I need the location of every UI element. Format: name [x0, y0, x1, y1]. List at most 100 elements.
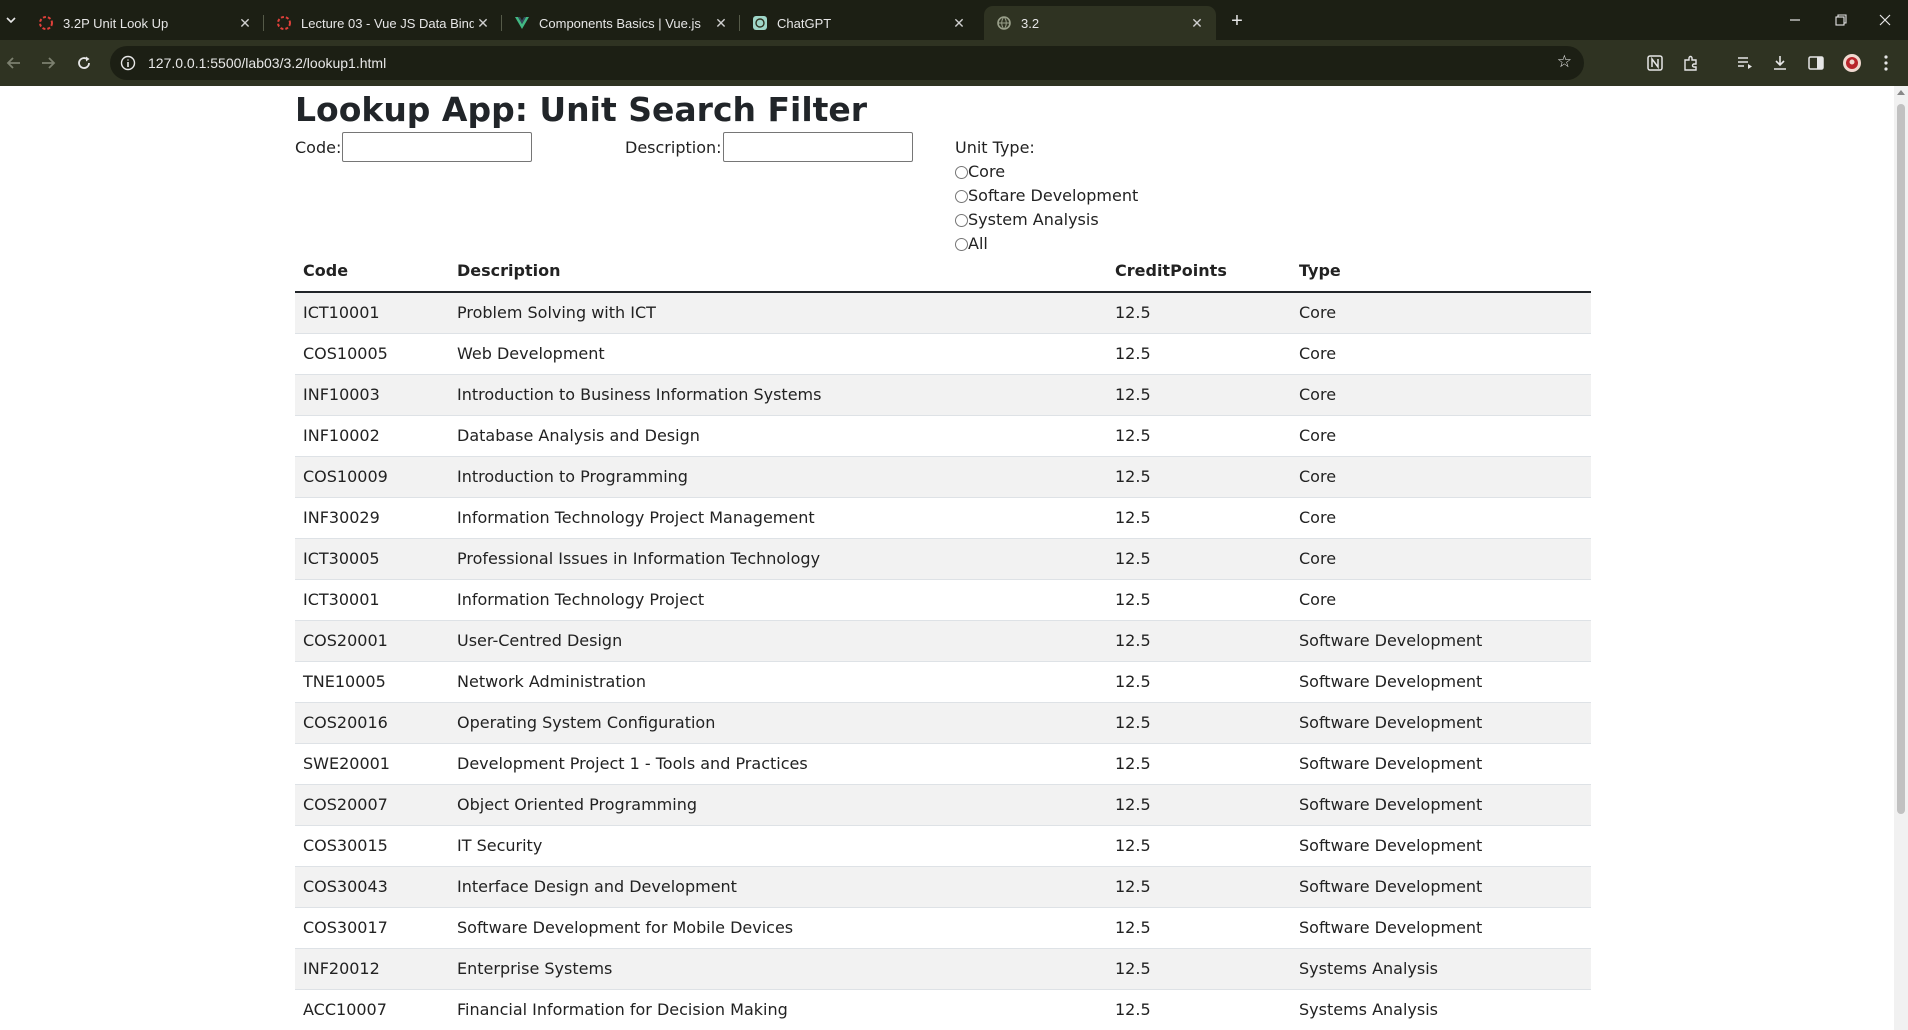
cell-code: COS20016	[295, 702, 449, 744]
column-header-creditpoints: CreditPoints	[1107, 250, 1291, 293]
close-icon[interactable]: ✕	[950, 15, 968, 32]
cell-type: Software Development	[1291, 907, 1591, 949]
media-playlist-icon[interactable]	[1733, 51, 1757, 75]
close-icon[interactable]: ✕	[474, 15, 492, 32]
forward-button[interactable]	[34, 49, 62, 77]
cell-creditpoints: 12.5	[1107, 456, 1291, 498]
page-viewport: Lookup App: Unit Search Filter Code: Des…	[0, 86, 1894, 1030]
table-row: INF10002 Database Analysis and Design 12.5…	[295, 415, 1591, 457]
site-info-icon[interactable]	[118, 53, 138, 73]
radio-core[interactable]: Core	[955, 160, 1138, 184]
radio-system-analysis-input[interactable]	[955, 213, 968, 227]
table-row: COS10009 Introduction to Programming 12.5 C…	[295, 456, 1591, 498]
radio-core-input[interactable]	[955, 165, 968, 179]
tab-vue-components[interactable]: Components Basics | Vue.js ✕	[502, 6, 740, 40]
tab-search-button[interactable]	[0, 6, 22, 34]
close-icon[interactable]: ✕	[1188, 15, 1206, 32]
cell-creditpoints: 12.5	[1107, 989, 1291, 1030]
cell-code: ICT30001	[295, 579, 449, 621]
profile-avatar-icon[interactable]	[1840, 51, 1864, 75]
cell-code: INF10002	[295, 415, 449, 457]
table-row: COS30043 Interface Design and Development…	[295, 866, 1591, 908]
unit-type-label: Unit Type:	[955, 138, 1035, 157]
plus-icon: +	[1231, 9, 1243, 32]
radio-all-input[interactable]	[955, 237, 968, 251]
download-icon[interactable]	[1768, 51, 1792, 75]
cell-creditpoints: 12.5	[1107, 579, 1291, 621]
cell-description: Enterprise Systems	[449, 948, 1107, 990]
tab-unit-look-up[interactable]: 3.2P Unit Look Up ✕	[26, 6, 264, 40]
new-tab-button[interactable]: +	[1224, 8, 1250, 34]
arrow-right-icon	[42, 57, 56, 69]
tab-title: 3.2	[1021, 15, 1040, 31]
more-menu-icon[interactable]	[1874, 51, 1898, 75]
restore-icon	[1835, 14, 1847, 26]
cell-code: INF10003	[295, 374, 449, 416]
cell-type: Core	[1291, 374, 1591, 416]
radio-system-analysis[interactable]: System Analysis	[955, 208, 1138, 232]
extensions-puzzle-icon[interactable]	[1679, 51, 1703, 75]
close-icon[interactable]: ✕	[712, 15, 730, 32]
cell-creditpoints: 12.5	[1107, 661, 1291, 703]
table-row: COS20007 Object Oriented Programming 12.5 S…	[295, 784, 1591, 826]
table-row: ICT30005 Professional Issues in Informati…	[295, 538, 1591, 580]
cell-creditpoints: 12.5	[1107, 292, 1291, 334]
close-window-button[interactable]	[1862, 4, 1908, 36]
reload-button[interactable]	[70, 49, 98, 77]
radio-software-development[interactable]: Softare Development	[955, 184, 1138, 208]
cell-code: COS30043	[295, 866, 449, 908]
cell-type: Software Development	[1291, 784, 1591, 826]
cell-code: COS10005	[295, 333, 449, 375]
cell-description: Web Development	[449, 333, 1107, 375]
back-button[interactable]	[0, 49, 28, 77]
tab-title: Lecture 03 - Vue JS Data Binding	[301, 15, 474, 31]
page-scrollbar[interactable]	[1894, 86, 1908, 1030]
cell-creditpoints: 12.5	[1107, 538, 1291, 580]
cell-creditpoints: 12.5	[1107, 333, 1291, 375]
cell-code: INF20012	[295, 948, 449, 990]
minimize-icon	[1790, 19, 1800, 21]
cell-code: COS30015	[295, 825, 449, 867]
scroll-up-arrow-icon[interactable]	[1897, 90, 1905, 95]
tab-chatgpt[interactable]: ChatGPT ✕	[740, 6, 978, 40]
cell-type: Core	[1291, 333, 1591, 375]
cell-type: Core	[1291, 538, 1591, 580]
minimize-button[interactable]	[1772, 4, 1818, 36]
tab-title: Components Basics | Vue.js	[539, 15, 701, 31]
cell-type: Software Development	[1291, 825, 1591, 867]
page-title: Lookup App: Unit Search Filter	[295, 90, 868, 129]
table-row: COS10005 Web Development 12.5 Core	[295, 333, 1591, 375]
cell-description: Operating System Configuration	[449, 702, 1107, 744]
reload-icon	[78, 56, 90, 69]
cell-description: Information Technology Project	[449, 579, 1107, 621]
address-bar[interactable]: 127.0.0.1:5500/lab03/3.2/lookup1.html ☆	[110, 46, 1584, 80]
table-row: ICT30001 Information Technology Project 12…	[295, 579, 1591, 621]
code-input[interactable]	[342, 132, 533, 162]
scrollbar-thumb[interactable]	[1897, 104, 1905, 814]
table-row: COS20016 Operating System Configuration 12…	[295, 702, 1591, 744]
close-icon[interactable]: ✕	[236, 15, 254, 32]
tab-title: ChatGPT	[777, 15, 832, 31]
restore-button[interactable]	[1818, 4, 1864, 36]
cell-description: Object Oriented Programming	[449, 784, 1107, 826]
browser-toolbar: 127.0.0.1:5500/lab03/3.2/lookup1.html ☆	[0, 40, 1908, 86]
tab-lecture-03[interactable]: Lecture 03 - Vue JS Data Binding ✕	[264, 6, 502, 40]
bookmark-star-icon[interactable]: ☆	[1557, 52, 1572, 72]
code-filter: Code:	[295, 132, 533, 162]
url-text[interactable]: 127.0.0.1:5500/lab03/3.2/lookup1.html	[148, 55, 386, 71]
cell-code: COS20001	[295, 620, 449, 662]
cell-type: Software Development	[1291, 620, 1591, 662]
description-input[interactable]	[722, 132, 913, 162]
table-row: TNE10005 Network Administration 12.5 Softwa…	[295, 661, 1591, 703]
cell-description: Software Development for Mobile Devices	[449, 907, 1107, 949]
cell-description: Financial Information for Decision Makin…	[449, 989, 1107, 1030]
radio-software-development-input[interactable]	[955, 189, 968, 203]
cell-type: Core	[1291, 415, 1591, 457]
cell-creditpoints: 12.5	[1107, 743, 1291, 785]
cell-code: TNE10005	[295, 661, 449, 703]
cell-code: ICT30005	[295, 538, 449, 580]
radio-label: System Analysis	[968, 210, 1099, 229]
notion-extension-icon[interactable]	[1643, 51, 1667, 75]
tab-3-2[interactable]: 3.2 ✕	[984, 6, 1216, 40]
side-panel-icon[interactable]	[1804, 51, 1828, 75]
